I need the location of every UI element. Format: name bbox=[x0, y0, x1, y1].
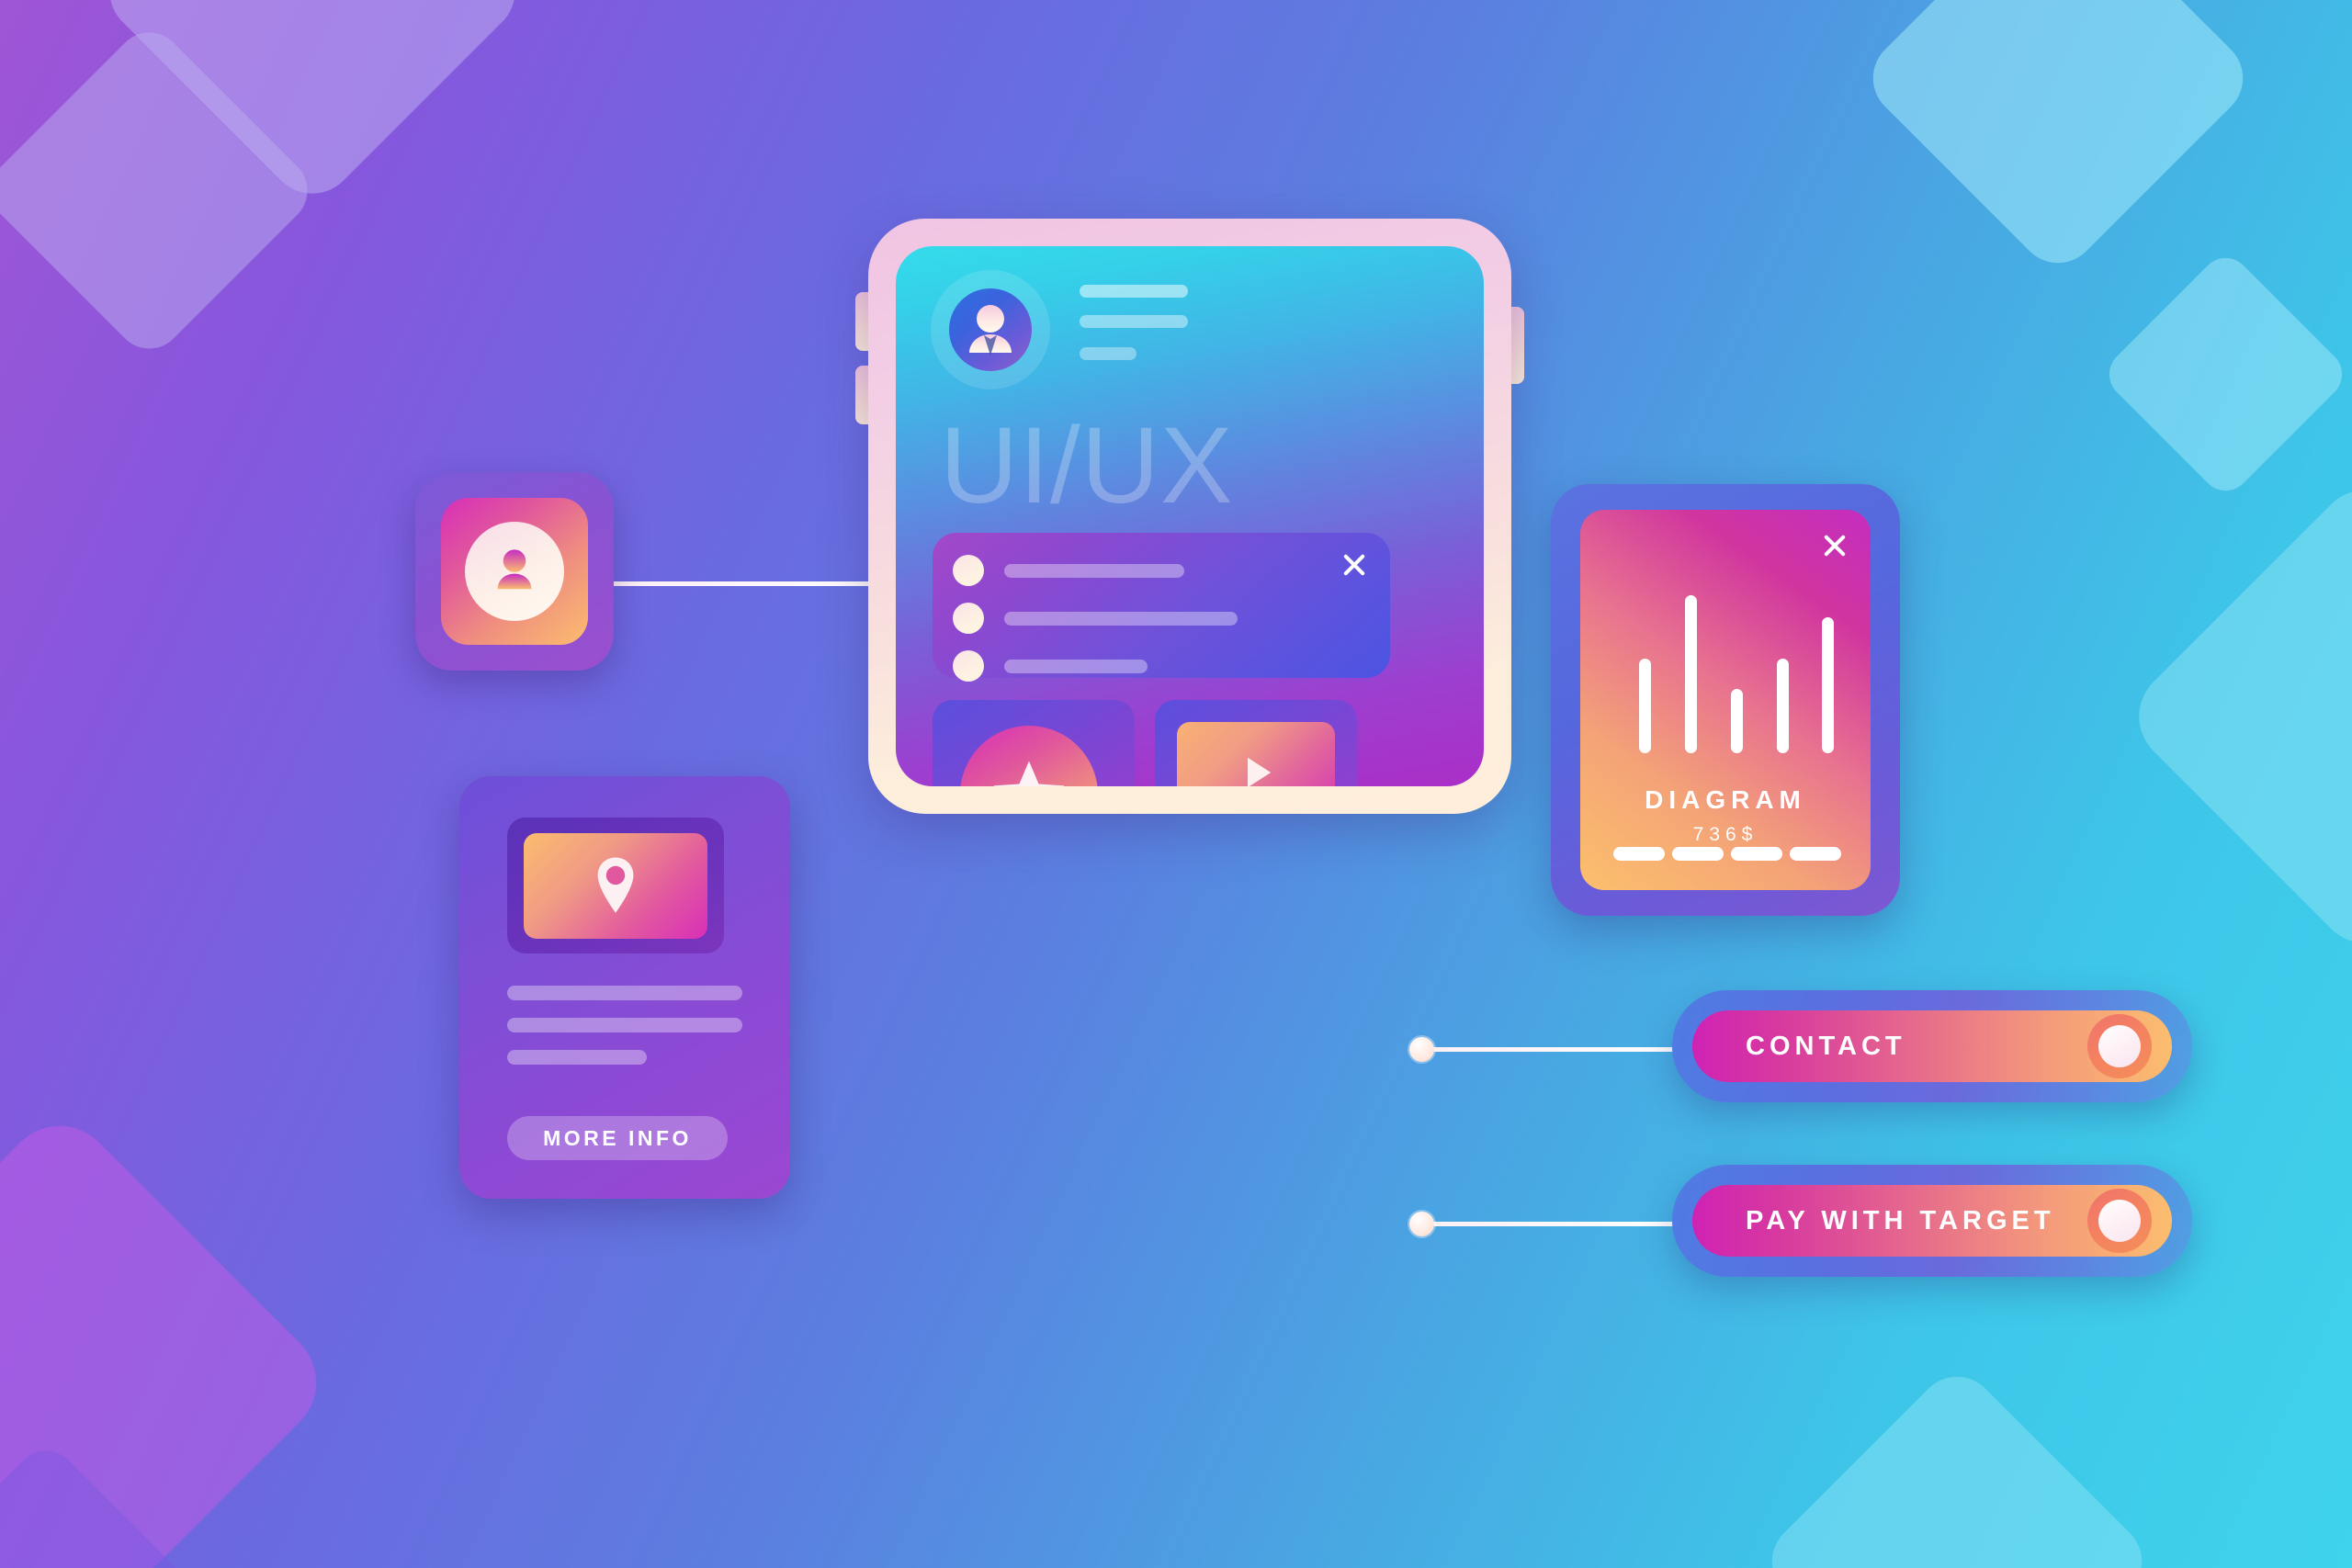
info-thumbnail-frame bbox=[507, 818, 724, 953]
connector-line-pay bbox=[1422, 1222, 1700, 1226]
chart-bar-5 bbox=[1822, 617, 1834, 753]
connector-line-contact bbox=[1422, 1047, 1700, 1052]
pay-button-label: PAY WITH TARGET bbox=[1746, 1205, 2055, 1235]
diagram-dash-2 bbox=[1672, 847, 1724, 861]
chart-bar-2 bbox=[1685, 595, 1697, 753]
phone-mockup: UI/UX bbox=[855, 219, 1524, 814]
info-card: MORE INFO bbox=[459, 776, 790, 1199]
contact-toggle[interactable] bbox=[2087, 1014, 2152, 1078]
pay-toggle[interactable] bbox=[2087, 1189, 2152, 1253]
diagram-title: DIAGRAM bbox=[1645, 785, 1806, 814]
uiux-watermark: UI/UX bbox=[940, 405, 1234, 526]
profile-badge[interactable] bbox=[415, 472, 614, 671]
list-line-2 bbox=[1004, 612, 1238, 626]
diagram-dash-4 bbox=[1790, 847, 1841, 861]
diagram-dash-1 bbox=[1613, 847, 1665, 861]
close-icon[interactable] bbox=[1819, 530, 1850, 561]
list-card bbox=[933, 533, 1390, 682]
list-line-1 bbox=[1004, 564, 1184, 578]
contact-button-label: CONTACT bbox=[1746, 1031, 1906, 1061]
list-bullet-2 bbox=[953, 603, 984, 634]
diagram-dash-3 bbox=[1731, 847, 1782, 861]
video-card[interactable] bbox=[1155, 700, 1357, 786]
close-icon[interactable] bbox=[1339, 549, 1370, 581]
pay-toggle-knob bbox=[2098, 1200, 2141, 1242]
star-card[interactable] bbox=[933, 700, 1135, 786]
connector-dot-contact bbox=[1409, 1037, 1434, 1062]
list-bullet-3 bbox=[953, 650, 984, 682]
diamond-cyan-far-right bbox=[2119, 469, 2352, 964]
video-thumbnail[interactable] bbox=[1177, 722, 1335, 786]
diamond-cyan-bottom-right bbox=[1755, 1359, 2159, 1568]
pay-button-inner: PAY WITH TARGET bbox=[1692, 1185, 2172, 1257]
diagram-card: DIAGRAM 736$ bbox=[1551, 484, 1900, 916]
contact-button[interactable]: CONTACT bbox=[1672, 990, 2192, 1102]
info-line-3 bbox=[507, 1050, 647, 1065]
profile-badge-inner bbox=[441, 498, 588, 645]
phone-screen: UI/UX bbox=[896, 246, 1484, 786]
chart-bar-4 bbox=[1777, 659, 1789, 753]
info-thumbnail[interactable] bbox=[524, 833, 707, 939]
person-icon bbox=[969, 305, 1012, 355]
chart-bar-1 bbox=[1639, 659, 1651, 753]
header-line-3 bbox=[1080, 347, 1136, 360]
play-icon bbox=[1248, 757, 1272, 786]
map-pin-icon bbox=[597, 857, 634, 913]
diagram-value: 736$ bbox=[1692, 824, 1758, 845]
header-line-2 bbox=[1080, 315, 1188, 328]
info-line-2 bbox=[507, 1018, 742, 1032]
person-icon bbox=[497, 549, 532, 590]
avatar[interactable] bbox=[949, 288, 1032, 371]
avatar-circle bbox=[465, 522, 564, 621]
contact-toggle-knob bbox=[2098, 1025, 2141, 1067]
diamond-cyan-small-right bbox=[2098, 247, 2352, 502]
pay-with-target-button[interactable]: PAY WITH TARGET bbox=[1672, 1165, 2192, 1277]
connector-dot-pay bbox=[1409, 1212, 1434, 1236]
more-info-button[interactable]: MORE INFO bbox=[507, 1116, 728, 1160]
star-icon bbox=[960, 726, 1098, 786]
list-line-3 bbox=[1004, 660, 1148, 673]
chart-bar-3 bbox=[1731, 689, 1743, 753]
contact-button-inner: CONTACT bbox=[1692, 1010, 2172, 1082]
info-line-1 bbox=[507, 986, 742, 1000]
diagram-card-body: DIAGRAM 736$ bbox=[1580, 510, 1871, 890]
diamond-cyan-top-right bbox=[1856, 0, 2260, 280]
list-bullet-1 bbox=[953, 555, 984, 586]
header-line-1 bbox=[1080, 285, 1188, 298]
